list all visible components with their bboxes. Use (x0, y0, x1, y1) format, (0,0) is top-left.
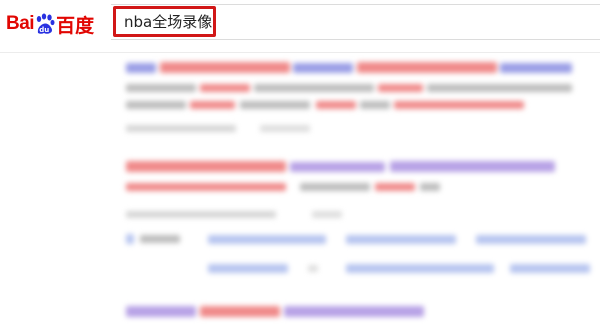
result-1-snippet-line2 (126, 101, 186, 109)
search-header: Bai du 百度 nba全场录像 (0, 0, 600, 53)
blurred-results (0, 53, 600, 330)
result-2-cache[interactable] (312, 211, 342, 218)
result-3-title-end[interactable] (284, 306, 424, 317)
result-2-url[interactable] (126, 211, 276, 218)
result-2-snippet-kw (126, 183, 286, 191)
result-1-snippet-kw-2 (378, 84, 423, 92)
result-1-url[interactable] (126, 125, 236, 132)
related-link-5[interactable] (346, 264, 494, 273)
result-2-snippet (300, 183, 370, 191)
related-link-4[interactable] (208, 264, 288, 273)
result-1-title-keyword-2[interactable] (357, 62, 497, 73)
result-1-snippet-line2-kw2 (316, 101, 356, 109)
result-2-title-part[interactable] (290, 162, 385, 172)
result-1-snippet-3 (427, 84, 572, 92)
result-2-snippet-2 (420, 183, 440, 191)
result-3-title-keyword[interactable] (200, 306, 280, 317)
logo-text-chinese: 百度 (56, 14, 95, 37)
result-1-snippet (126, 84, 196, 92)
result-1-snippet-line2-kw3 (394, 101, 524, 109)
result-1-cache[interactable] (260, 125, 310, 132)
result-1-snippet-line2-kw (190, 101, 235, 109)
result-1-title-keyword[interactable] (160, 62, 290, 73)
result-1-snippet-line2-c (360, 101, 390, 109)
search-query-text[interactable]: nba全场录像 (124, 11, 212, 32)
baidu-paw-icon: du (36, 13, 55, 34)
result-2-title-end[interactable] (390, 161, 555, 172)
result-1-title[interactable] (126, 63, 156, 73)
related-link-3[interactable] (476, 235, 586, 244)
related-search-icon (126, 234, 134, 244)
related-search-label (140, 235, 180, 243)
result-2-title[interactable] (126, 161, 286, 172)
related-separator (308, 265, 318, 272)
result-3-title[interactable] (126, 306, 196, 317)
baidu-logo[interactable]: Bai du 百度 (6, 10, 100, 38)
logo-du-glyph: du (39, 26, 49, 34)
result-1-title-end[interactable] (500, 63, 572, 73)
result-1-title-part[interactable] (293, 63, 353, 73)
related-link-6[interactable] (510, 264, 590, 273)
logo-text-bai: Bai (6, 13, 35, 34)
result-1-snippet-kw (200, 84, 250, 92)
related-link-1[interactable] (208, 235, 326, 244)
result-1-snippet-2 (254, 84, 374, 92)
related-link-2[interactable] (346, 235, 456, 244)
result-2-snippet-kw2 (375, 183, 415, 191)
result-1-snippet-line2-b (240, 101, 310, 109)
